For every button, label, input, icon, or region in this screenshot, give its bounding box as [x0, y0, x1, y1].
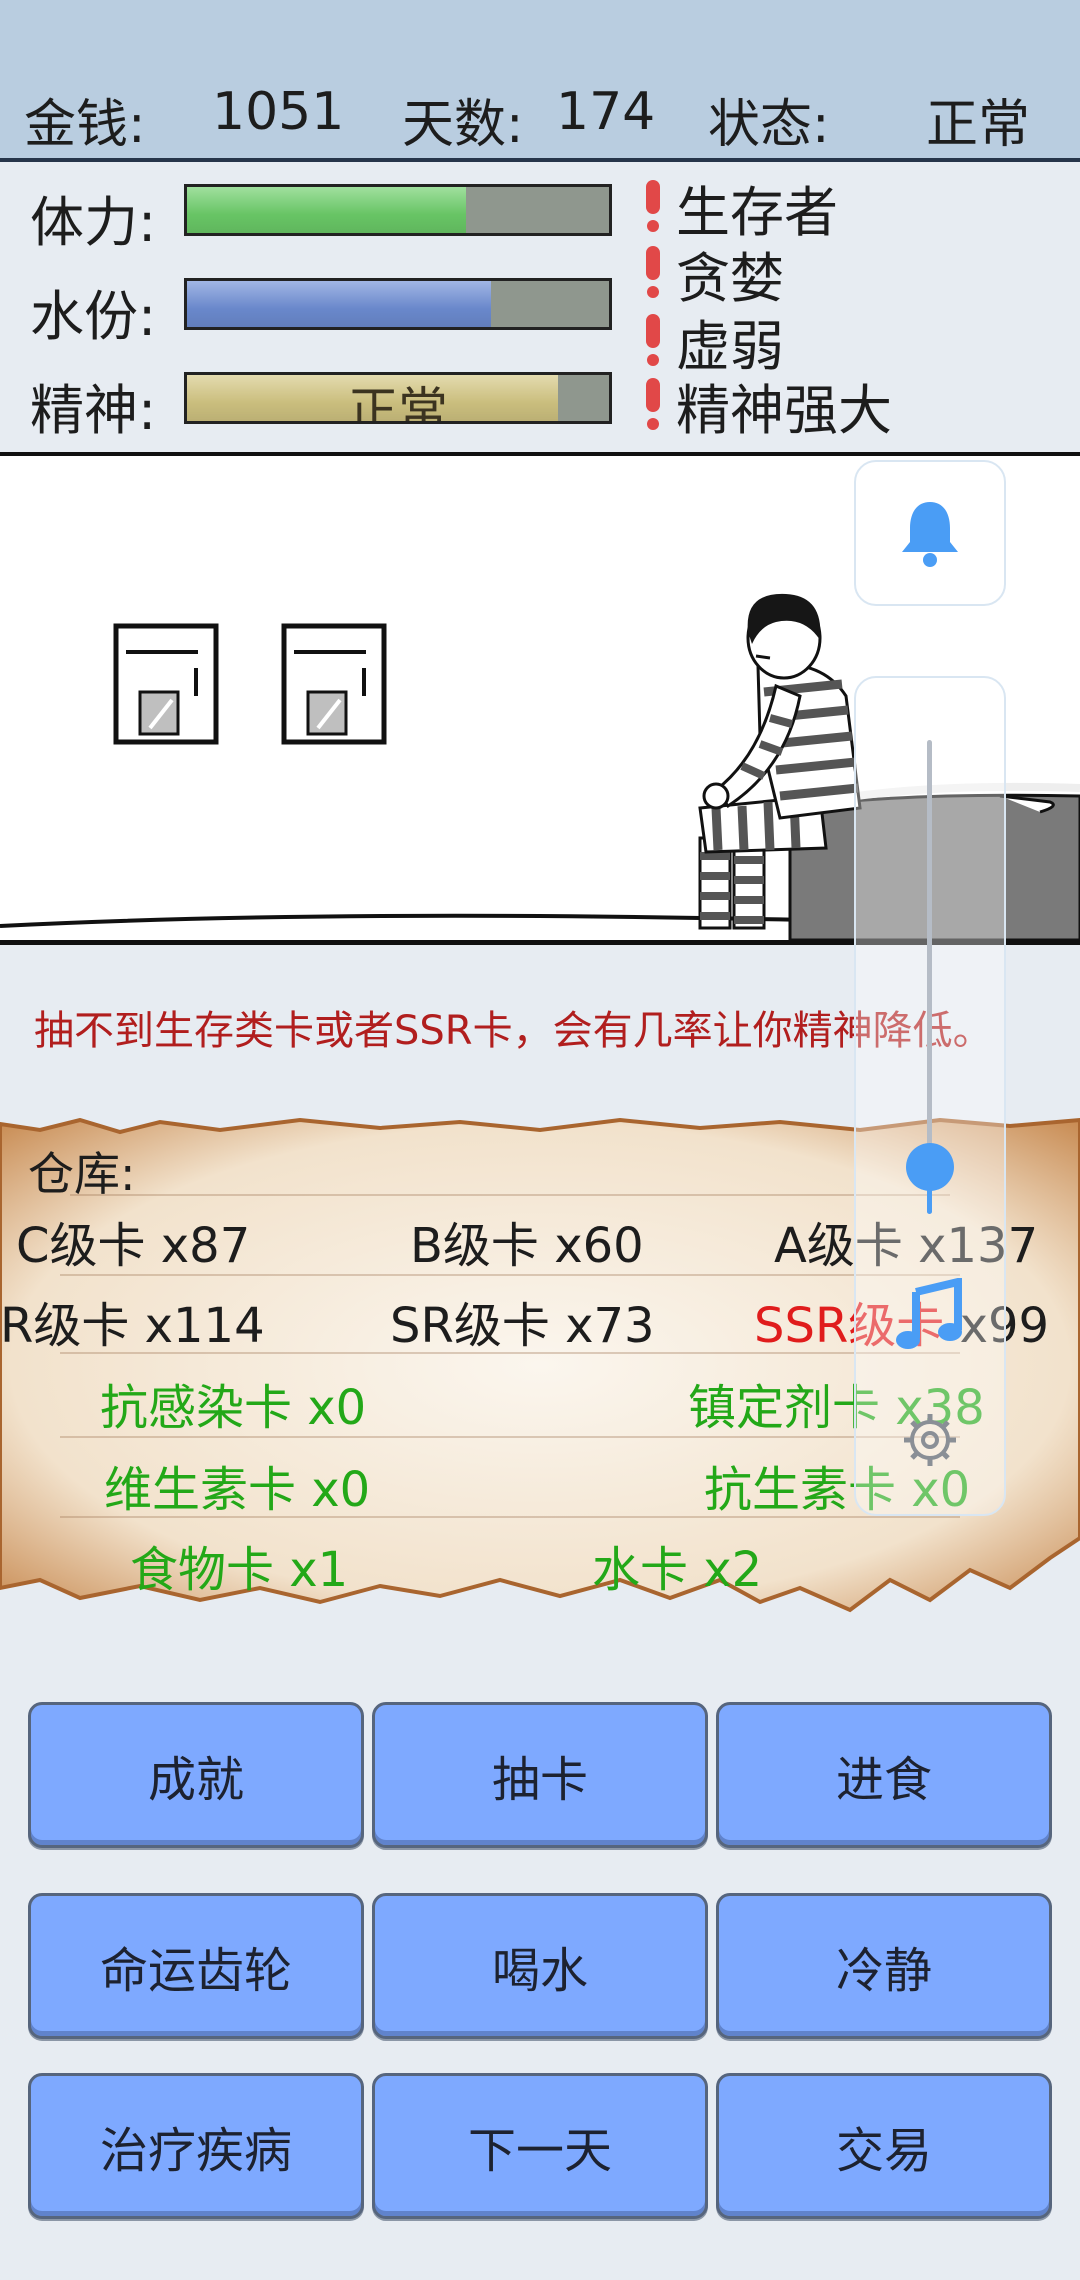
achievements-button[interactable]: 成就 [28, 1702, 364, 1848]
water-bar-fill [187, 281, 491, 327]
trait-strong-mind[interactable]: 精神强大 [676, 366, 892, 445]
gear-icon[interactable] [900, 1410, 960, 1470]
card-sr: SR级卡 x73 [390, 1298, 655, 1354]
trade-button[interactable]: 交易 [716, 2073, 1052, 2219]
spirit-bar-text: 正常 [348, 382, 448, 424]
card-anti-infection: 抗感染卡 x0 [100, 1380, 367, 1436]
card-b: B级卡 x60 [410, 1218, 644, 1274]
stamina-label: 体力: [30, 191, 157, 254]
status-label: 状态: [708, 95, 830, 155]
divider-line [70, 1194, 950, 1196]
card-r: R级卡 x114 [0, 1298, 265, 1354]
eat-button[interactable]: 进食 [716, 1702, 1052, 1848]
money-value: 1051 [212, 82, 345, 142]
volume-slider-knob[interactable] [906, 1142, 954, 1191]
card-c: C级卡 x87 [16, 1218, 251, 1274]
draw-card-button[interactable]: 抽卡 [372, 1702, 708, 1848]
spirit-label: 精神: [30, 379, 157, 442]
water-label: 水份: [30, 285, 157, 348]
days-label: 天数: [402, 95, 524, 155]
card-food: 食物卡 x1 [130, 1542, 349, 1598]
money-label: 金钱: [24, 95, 146, 155]
hint-message: 抽不到生存类卡或者SSR卡，会有几率让你精神降低。 [34, 1008, 993, 1054]
spirit-bar: 正常 [184, 372, 612, 424]
status-value: 正常 [926, 95, 1031, 155]
music-note-icon[interactable] [896, 1278, 966, 1352]
audio-settings-panel [854, 676, 1006, 1516]
calm-down-button[interactable]: 冷静 [716, 1893, 1052, 2039]
stamina-bar-fill [187, 187, 466, 233]
treat-disease-button[interactable]: 治疗疾病 [28, 2073, 364, 2219]
bell-icon [902, 502, 958, 567]
next-day-button[interactable]: 下一天 [372, 2073, 708, 2219]
notification-button[interactable] [854, 460, 1006, 606]
wall-window-right [281, 623, 387, 745]
stamina-bar [184, 184, 612, 236]
days-value: 174 [556, 82, 656, 142]
wall-window-left [113, 623, 219, 745]
top-status-bar: 金钱: 1051 天数: 174 状态: 正常 [0, 0, 1080, 162]
card-vitamin: 维生素卡 x0 [104, 1462, 371, 1518]
drink-water-button[interactable]: 喝水 [372, 1893, 708, 2039]
card-water: 水卡 x2 [592, 1542, 763, 1598]
fate-gear-button[interactable]: 命运齿轮 [28, 1893, 364, 2039]
stats-panel: 体力: 水份: 精神: 正常 生存者 贪婪 虚弱 精神强大 [0, 162, 1080, 456]
warehouse-title: 仓库: [28, 1147, 136, 1201]
water-bar [184, 278, 612, 330]
